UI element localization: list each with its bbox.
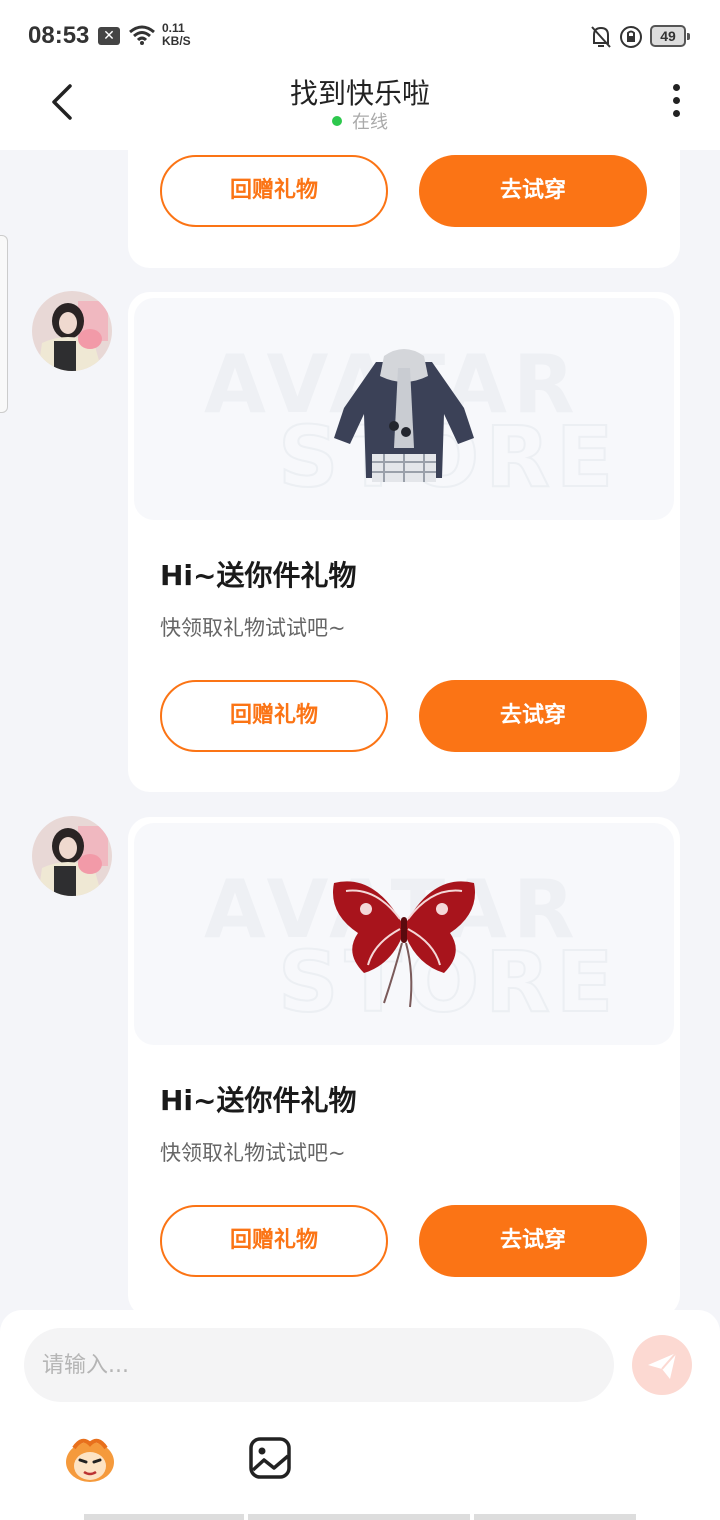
sender-avatar[interactable] [32, 816, 112, 896]
gift-subtitle: 快领取礼物试试吧~ [160, 616, 346, 640]
online-dot-icon [332, 116, 342, 126]
return-gift-button[interactable]: 回赠礼物 [160, 1205, 388, 1277]
gift-title: Hi~送你件礼物 [160, 1084, 357, 1117]
gift-message-card: AVATAR STORE Hi~送你件礼物 快领取礼物试试吧~ 回赠礼物 去试穿 [128, 292, 680, 792]
gift-title: Hi~送你件礼物 [160, 559, 357, 592]
gift-preview[interactable]: AVATAR STORE [134, 298, 674, 520]
status-bar: 08:53 ✕ 0.11 KB/S 49 [0, 0, 720, 72]
message-composer [0, 1310, 720, 1520]
try-on-button[interactable]: 去试穿 [419, 680, 647, 752]
rotation-lock-icon [620, 26, 642, 48]
wifi-icon [129, 25, 155, 45]
sender-avatar[interactable] [32, 291, 112, 371]
online-status: 在线 [0, 108, 720, 134]
message-input[interactable] [24, 1328, 614, 1402]
return-gift-button[interactable]: 回赠礼物 [160, 680, 388, 752]
try-on-button[interactable]: 去试穿 [419, 1205, 647, 1277]
battery-icon: 49 [650, 25, 690, 47]
try-on-button[interactable]: 去试穿 [419, 155, 647, 227]
send-button[interactable] [632, 1335, 692, 1395]
page-title: 找到快乐啦 [289, 77, 430, 110]
return-gift-button[interactable]: 回赠礼物 [160, 155, 388, 227]
emoji-sticker-icon[interactable] [60, 1434, 120, 1484]
side-drawer-handle[interactable] [0, 235, 8, 413]
system-nav-bar [248, 1514, 470, 1520]
system-nav-bar [474, 1514, 636, 1520]
butterfly-wings-gift-image [333, 881, 475, 1008]
chat-header: 找到快乐啦 在线 [0, 72, 720, 150]
gift-message-card: AVATAR STORE Hi~送你件礼物 快领取礼物试试吧~ 回赠礼物 去试穿 [128, 817, 680, 1310]
jacket-gift-image [334, 349, 474, 482]
chat-messages[interactable]: 回赠礼物 去试穿 AVATAR STORE Hi~送你件礼物 快领取 [0, 150, 720, 1310]
gift-subtitle: 快领取礼物试试吧~ [160, 1141, 346, 1165]
system-nav-bar [84, 1514, 244, 1520]
notification-icon: ✕ [98, 27, 120, 45]
network-speed: 0.11 KB/S [162, 21, 191, 48]
more-options-button[interactable] [668, 84, 684, 122]
send-icon [648, 1352, 677, 1379]
bell-off-icon [591, 26, 611, 48]
status-time: 08:53 [28, 22, 90, 49]
image-icon[interactable] [248, 1436, 292, 1480]
gift-preview[interactable]: AVATAR STORE [134, 823, 674, 1045]
gift-message-card: 回赠礼物 去试穿 [128, 150, 680, 268]
